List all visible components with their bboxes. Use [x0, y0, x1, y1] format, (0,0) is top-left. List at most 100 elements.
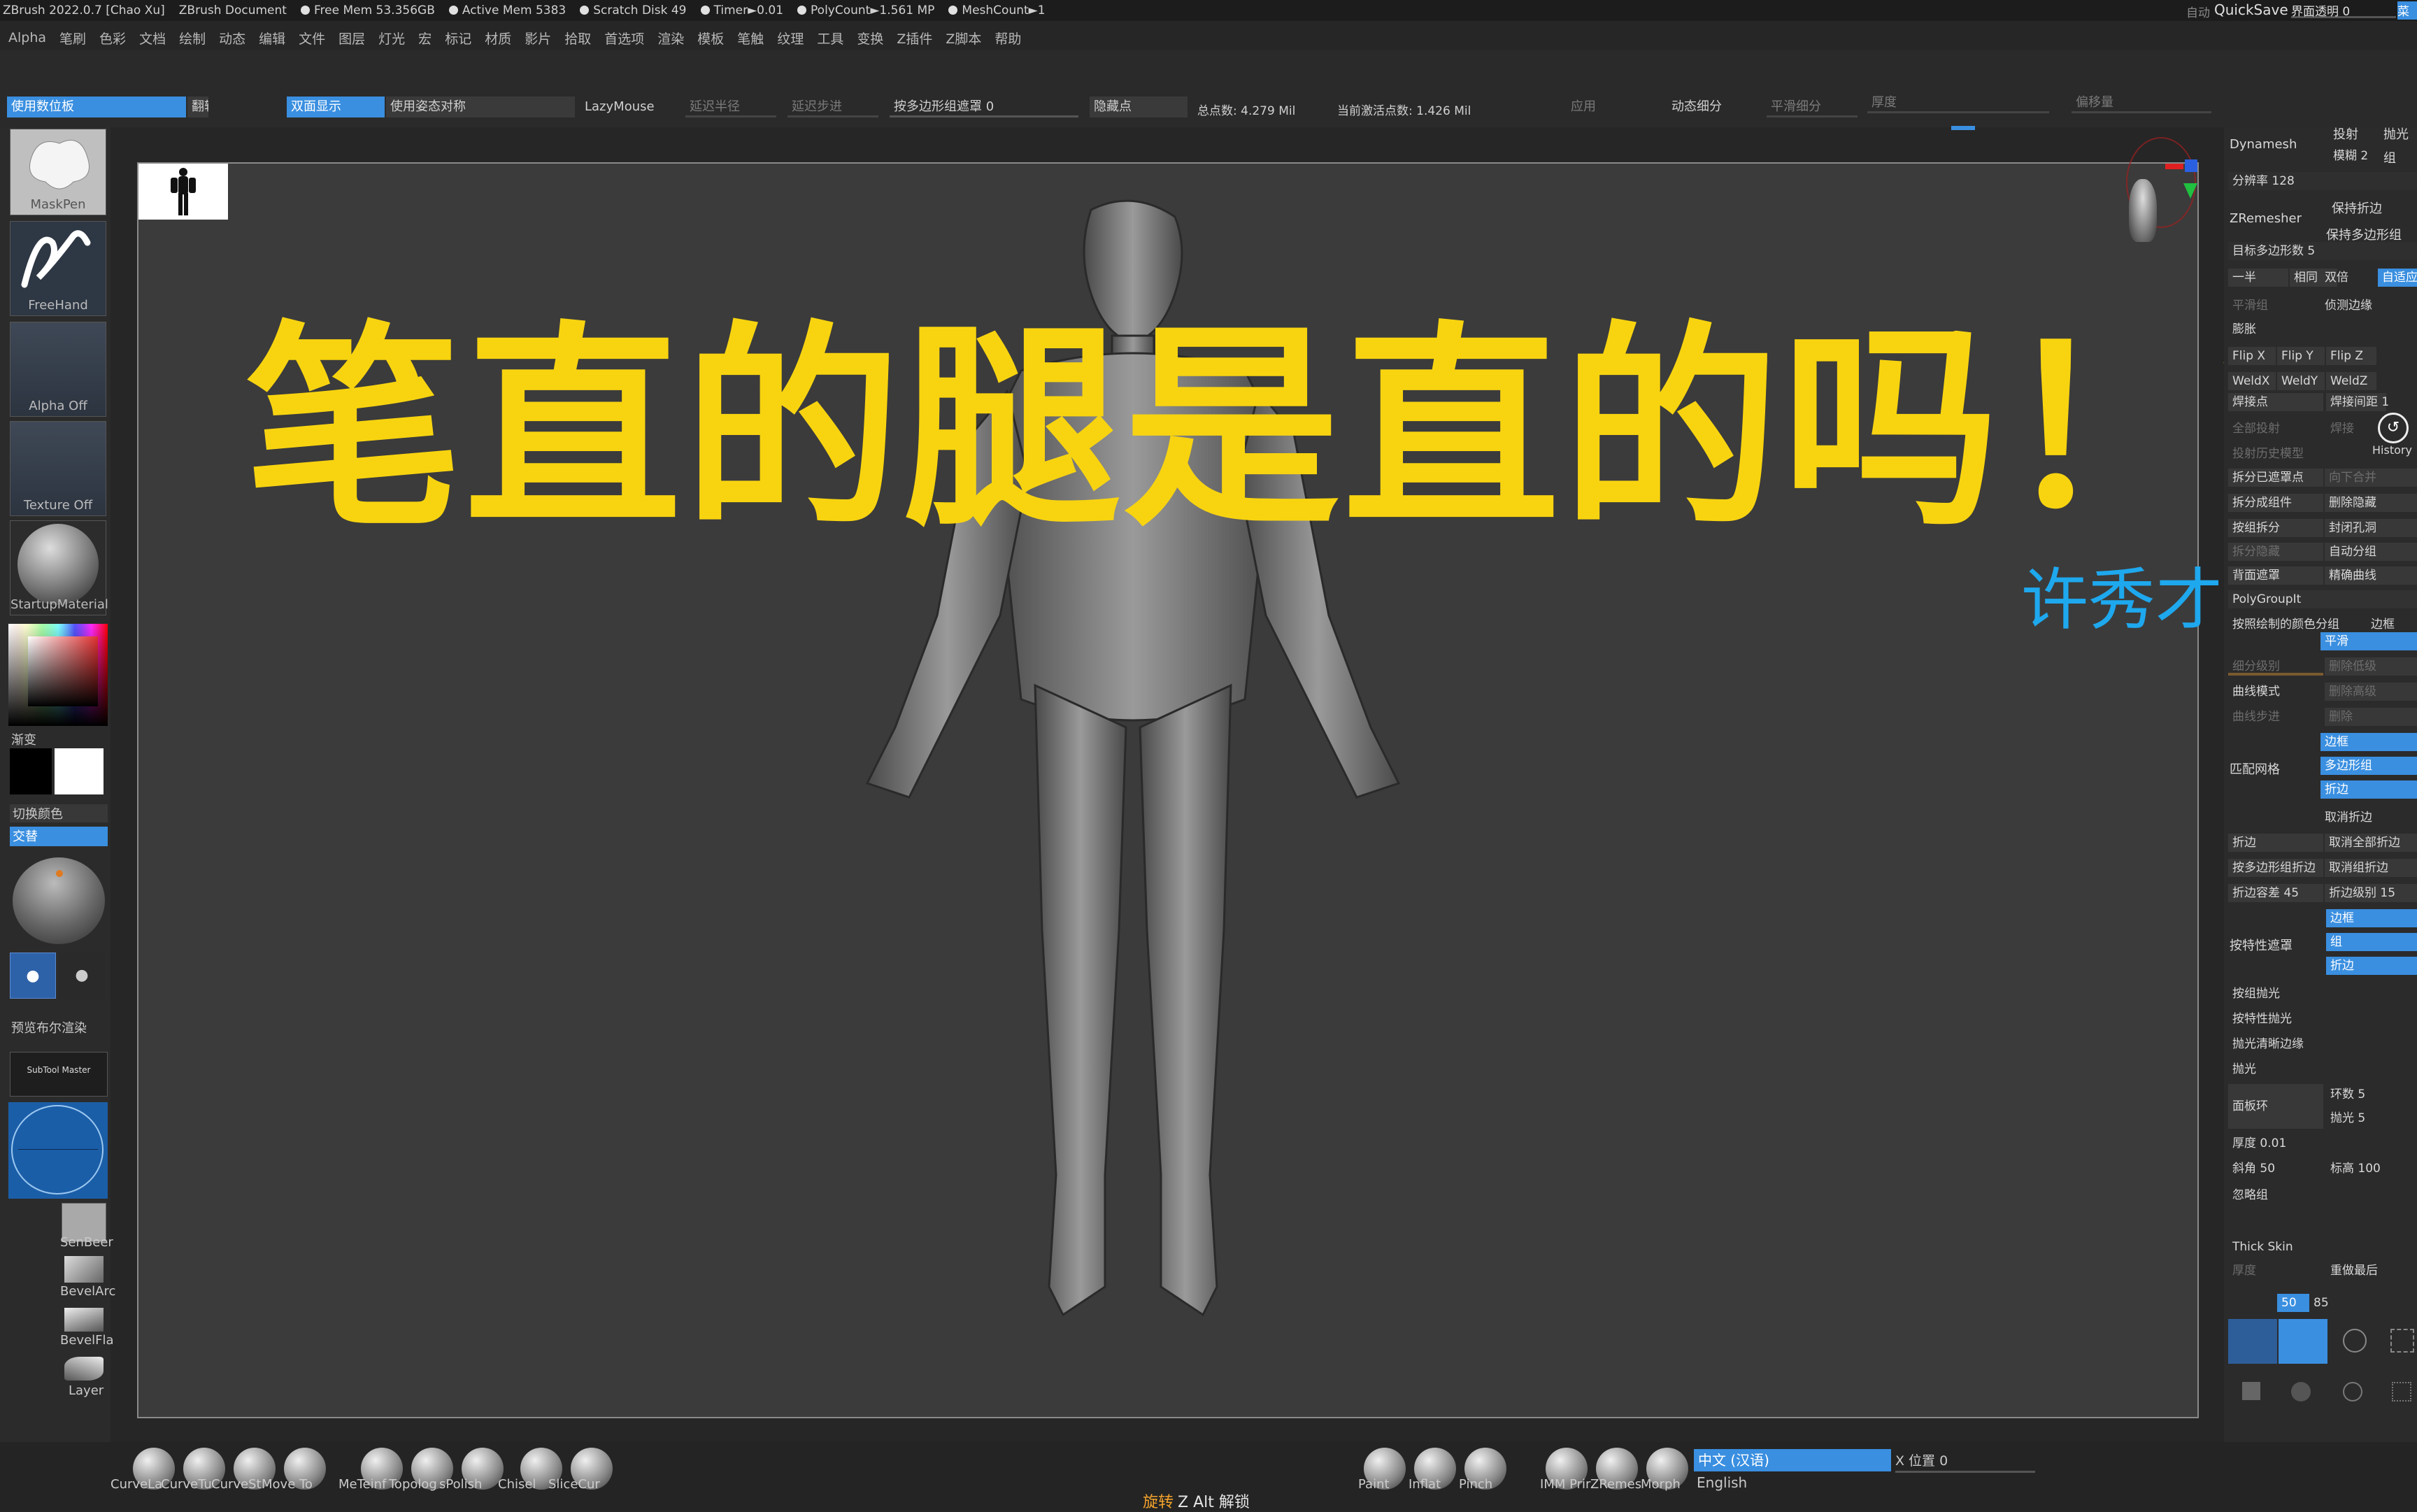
- history-icon[interactable]: ↺: [2378, 413, 2409, 443]
- feature-polish-slider[interactable]: 按特性抛光: [2228, 1010, 2417, 1028]
- menu-item[interactable]: 笔刷: [59, 29, 86, 48]
- value-50-field[interactable]: 50: [2277, 1294, 2309, 1312]
- light-bulb-alt-icon[interactable]: ●: [59, 953, 105, 999]
- quicksave-button[interactable]: QuickSave: [2214, 1, 2288, 18]
- menu-item[interactable]: 绘制: [179, 29, 206, 48]
- elevation-slider[interactable]: 标高 100: [2326, 1160, 2417, 1178]
- project-history-button[interactable]: 投射历史模型: [2228, 445, 2354, 463]
- subdiv-level-slider[interactable]: 细分级别: [2228, 657, 2323, 676]
- weld-button[interactable]: 焊接: [2326, 420, 2368, 438]
- blur-slider[interactable]: 模糊 2: [2329, 147, 2379, 165]
- pose-symmetry-button[interactable]: 使用姿态对称: [386, 97, 575, 117]
- delete-hidden-button[interactable]: 删除隐藏: [2325, 494, 2417, 512]
- menu-button[interactable]: 菜单: [2397, 1, 2417, 20]
- flipy-button[interactable]: Flip Y: [2277, 347, 2325, 365]
- delete-button[interactable]: 删除: [2325, 708, 2417, 726]
- keep-creases-toggle[interactable]: 保持折边: [2332, 199, 2382, 217]
- resolution-slider[interactable]: 分辨率 128: [2228, 172, 2417, 190]
- alternate-button[interactable]: 交替: [10, 827, 108, 846]
- english-option[interactable]: English: [1697, 1474, 1747, 1491]
- tool-d-icon[interactable]: [2392, 1382, 2411, 1402]
- double-sided-button[interactable]: 双面显示: [287, 97, 385, 117]
- mm-border-button[interactable]: 边框: [2320, 733, 2417, 751]
- half-button[interactable]: 一半: [2228, 269, 2288, 287]
- menu-item[interactable]: Z脚本: [946, 29, 981, 48]
- offset-slider[interactable]: 偏移量: [2072, 92, 2211, 113]
- fm-border-button[interactable]: 边框: [2326, 909, 2417, 927]
- group-polish-slider[interactable]: 按组抛光: [2228, 985, 2417, 1003]
- texture-tile[interactable]: Texture Off: [10, 421, 106, 516]
- lazymouse-button[interactable]: LazyMouse: [580, 97, 655, 117]
- menu-item[interactable]: 标记: [445, 29, 471, 48]
- menu-item[interactable]: 工具: [817, 29, 843, 48]
- brush-maskpen[interactable]: MaskPen: [10, 129, 106, 215]
- menu-item[interactable]: 宏: [418, 29, 432, 48]
- menu-item[interactable]: 文档: [139, 29, 166, 48]
- redo-last-button[interactable]: 重做最后: [2326, 1262, 2417, 1280]
- fm-crease-button[interactable]: 折边: [2326, 957, 2417, 975]
- polypaint-groups-button[interactable]: 按照绘制的颜色分组: [2228, 615, 2365, 634]
- flipx-button[interactable]: Flip X: [2228, 347, 2276, 365]
- material-tile[interactable]: StartupMaterial: [10, 520, 108, 615]
- figure-thumbnail[interactable]: [138, 164, 228, 220]
- ignore-groups-toggle[interactable]: 忽略组: [2228, 1186, 2323, 1204]
- group-toggle[interactable]: 组: [2383, 148, 2396, 166]
- menu-item[interactable]: 材质: [485, 29, 511, 48]
- color-square[interactable]: [28, 636, 98, 706]
- brush-layer-icon[interactable]: [64, 1357, 104, 1381]
- close-holes-button[interactable]: 封闭孔洞: [2325, 519, 2417, 537]
- uncrease-button[interactable]: 取消折边: [2320, 808, 2417, 827]
- alpha-tile[interactable]: Alpha Off: [10, 322, 106, 417]
- backface-mask-button[interactable]: 背面遮罩: [2228, 566, 2323, 585]
- bevel-slider[interactable]: 斜角 50: [2228, 1160, 2323, 1178]
- split-to-parts-button[interactable]: 拆分成组件: [2228, 494, 2323, 512]
- value-85-field[interactable]: 85: [2309, 1294, 2337, 1312]
- mm-crease-button[interactable]: 折边: [2320, 780, 2417, 799]
- panel-loops-button[interactable]: 面板环: [2228, 1084, 2323, 1129]
- thickness2-slider[interactable]: 厚度: [2228, 1262, 2323, 1280]
- split-masked-button[interactable]: 拆分已遮罩点: [2228, 469, 2323, 487]
- target-poly-slider[interactable]: 目标多边形数 5: [2228, 242, 2417, 260]
- menu-item[interactable]: Alpha: [8, 30, 46, 45]
- brush-freehand[interactable]: FreeHand: [10, 221, 106, 316]
- navigation-gizmo[interactable]: [8, 1102, 108, 1199]
- menu-item[interactable]: 色彩: [99, 29, 126, 48]
- x-position-slider[interactable]: X 位置 0: [1895, 1450, 2035, 1473]
- menu-item[interactable]: 拾取: [564, 29, 591, 48]
- dynamesh-tool-icon[interactable]: [2279, 1319, 2327, 1364]
- head-orientation-icon[interactable]: [2129, 179, 2157, 242]
- thickness-slider[interactable]: 厚度: [1867, 92, 2049, 113]
- del-lower-button[interactable]: 删除低级: [2325, 657, 2417, 676]
- tool-a-icon[interactable]: [2242, 1382, 2260, 1400]
- border-toggle[interactable]: 边框: [2367, 615, 2417, 634]
- project-toggle[interactable]: 投射: [2333, 124, 2358, 143]
- zremesher-button[interactable]: ZRemesher: [2230, 211, 2302, 226]
- curve-step-slider[interactable]: 曲线步进: [2228, 708, 2323, 726]
- weldz-button[interactable]: WeldZ: [2326, 372, 2376, 390]
- inflate-slider[interactable]: 膨胀: [2228, 320, 2417, 338]
- select-tool-icon[interactable]: [2390, 1329, 2414, 1353]
- lazy-step-slider[interactable]: 延迟步进: [787, 97, 878, 117]
- menu-item[interactable]: 首选项: [604, 29, 644, 48]
- crease-pg-button[interactable]: 按多边形组折边: [2228, 859, 2323, 877]
- menu-item[interactable]: 影片: [525, 29, 551, 48]
- switch-color-button[interactable]: 切换颜色: [10, 804, 108, 822]
- curve-mode-toggle[interactable]: 曲线模式: [2228, 683, 2323, 701]
- weld-dist-slider[interactable]: 焊接间距 1: [2326, 393, 2389, 411]
- detect-edges-toggle[interactable]: 侦测边缘: [2320, 297, 2417, 315]
- adaptive-button[interactable]: 自适应: [2378, 269, 2417, 287]
- menu-item[interactable]: Z插件: [897, 29, 932, 48]
- weldy-button[interactable]: WeldY: [2277, 372, 2325, 390]
- flip-button[interactable]: 翻转: [187, 97, 208, 117]
- subtool-master-button[interactable]: SubTool Master: [10, 1052, 108, 1097]
- weldx-button[interactable]: WeldX: [2228, 372, 2276, 390]
- precise-curve-button[interactable]: 精确曲线: [2325, 566, 2417, 585]
- menu-item[interactable]: 图层: [338, 29, 365, 48]
- light-bulb-icon[interactable]: ●: [10, 953, 56, 999]
- menu-item[interactable]: 编辑: [259, 29, 285, 48]
- mm-polygroup-button[interactable]: 多边形组: [2320, 757, 2417, 775]
- menu-item[interactable]: 文件: [299, 29, 325, 48]
- language-select[interactable]: 中文 (汉语): [1694, 1449, 1891, 1471]
- menu-item[interactable]: 动态: [219, 29, 245, 48]
- uncrease-all-button[interactable]: 取消全部折边: [2325, 834, 2417, 852]
